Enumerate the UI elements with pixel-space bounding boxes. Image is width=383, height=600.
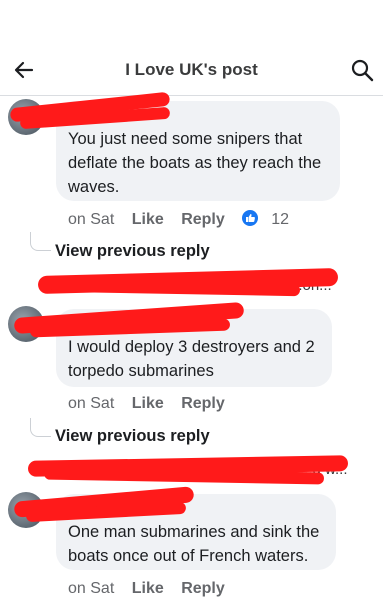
page-title: I Love UK's post: [125, 60, 258, 79]
view-previous-reply[interactable]: View previous reply: [55, 427, 210, 446]
thread-connector: [30, 418, 51, 437]
comment-line: deflate the boats as they reach the: [68, 154, 322, 172]
comment-actions: on Sat Like Reply: [68, 580, 238, 598]
comment-line: waves.: [68, 178, 120, 196]
like-reaction-icon: [242, 210, 259, 226]
like-button[interactable]: Like: [132, 211, 164, 228]
comment-line: torpedo submarines: [68, 362, 214, 380]
comment-line: You just need some snipers that: [68, 130, 303, 148]
timestamp: on Sat: [68, 395, 115, 412]
comment-line: boats once out of French waters.: [68, 547, 309, 565]
reply-button[interactable]: Reply: [181, 395, 225, 412]
comment-actions: on Sat Like Reply 12: [68, 210, 289, 229]
comment-line: I would deploy 3 destroyers and 2: [68, 338, 315, 356]
top-bar: I Love UK's post: [0, 0, 383, 96]
timestamp: on Sat: [68, 580, 115, 597]
reaction-count: 12: [271, 211, 290, 228]
like-button[interactable]: Like: [132, 395, 164, 412]
view-previous-reply[interactable]: View previous reply: [55, 242, 210, 261]
reply-button[interactable]: Reply: [181, 580, 225, 597]
timestamp: on Sat: [68, 211, 115, 228]
thread-connector: [30, 232, 51, 251]
search-icon[interactable]: [350, 58, 374, 82]
comment-actions: on Sat Like Reply: [68, 395, 238, 413]
reply-button[interactable]: Reply: [181, 211, 225, 228]
like-button[interactable]: Like: [132, 580, 164, 597]
comment-line: One man submarines and sink the: [68, 523, 320, 541]
